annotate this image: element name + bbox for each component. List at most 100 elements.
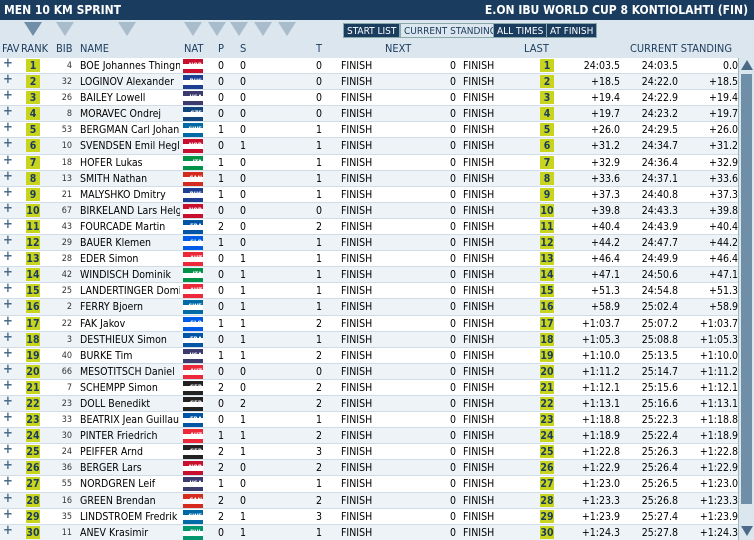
bib-number: 2 (66, 302, 72, 313)
table-row[interactable]: +27 55 NORDGREN Leif 1 0 1 FINISH 0 FINISH 27 +1:2… (0, 475, 738, 493)
current-time: 24:23.2 (641, 108, 678, 121)
fav-add-icon[interactable]: + (3, 153, 13, 168)
next-point: FINISH (341, 156, 373, 169)
current-diff: +26.0 (709, 124, 738, 137)
fav-add-icon[interactable]: + (3, 185, 13, 200)
standing-misses: 0 (240, 124, 247, 137)
tab-current-standing[interactable]: CURRENT STANDING (400, 23, 501, 38)
scrollbar[interactable] (738, 58, 754, 540)
fav-add-icon[interactable]: + (3, 282, 13, 296)
fav-add-icon[interactable]: + (3, 266, 13, 280)
table-row[interactable]: +16 2 FERRY Bjoern 0 1 1 FINISH 0 FINISH 16 +58.9 2… (0, 298, 738, 316)
fav-add-icon[interactable]: + (3, 201, 13, 216)
event-title: MEN 10 KM SPRINT (4, 3, 121, 17)
sort-nat-icon[interactable] (184, 22, 202, 36)
rank-badge: 29 (26, 509, 40, 523)
table-row[interactable]: +24 30 PINTER Friedrich 1 1 2 FINISH 0 FINISH 24 +… (0, 427, 738, 445)
table-row[interactable]: +22 23 DOLL Benedikt 0 2 2 FINISH 0 FINISH 22 +1:1… (0, 394, 738, 413)
scroll-up-icon[interactable] (741, 60, 753, 70)
fav-add-icon[interactable]: + (3, 378, 13, 393)
scroll-thumb[interactable] (741, 74, 752, 504)
table-row[interactable]: +14 42 WINDISCH Dominik 0 1 1 FINISH 0 FINISH 14 +… (0, 266, 738, 284)
table-row[interactable]: +1 4 BOE Johannes Thingn 0 0 0 FINISH 0 FINISH 1 2… (0, 57, 738, 75)
fav-add-icon[interactable]: + (3, 250, 13, 264)
sort-name-icon[interactable] (118, 22, 136, 36)
next-value: 0 (450, 478, 457, 491)
fav-add-icon[interactable]: + (3, 105, 13, 119)
last-point: FINISH (463, 510, 495, 523)
table-row[interactable]: +25 24 PEIFFER Arnd 2 1 3 FINISH 0 FINISH 25 +1:22… (0, 443, 738, 461)
tab-all-times[interactable]: ALL TIMES (493, 23, 548, 38)
sort-rank-icon[interactable] (24, 22, 42, 36)
rank-badge: 6 (26, 139, 40, 153)
fav-add-icon[interactable]: + (3, 73, 13, 87)
fav-add-icon[interactable]: + (3, 475, 13, 489)
fav-add-icon[interactable]: + (3, 234, 13, 248)
table-row[interactable]: +12 29 BAUER Klemen 1 0 1 FINISH 0 FINISH 12 +44.2… (0, 234, 738, 252)
flag-icon: AUT (183, 364, 203, 379)
tab-at-finish[interactable]: AT FINISH (546, 23, 598, 38)
bib-number: 21 (61, 189, 72, 200)
table-row[interactable]: +18 3 DESTHIEUX Simon 0 1 1 FINISH 0 FINISH 18 +1:… (0, 330, 738, 348)
scroll-down-icon[interactable] (741, 526, 753, 536)
table-row[interactable]: +10 67 BIRKELAND Lars Helg 0 0 0 FINISH 0 FINISH… (0, 201, 738, 219)
fav-add-icon[interactable]: + (3, 394, 13, 409)
table-row[interactable]: +19 40 BURKE Tim 1 1 2 FINISH 0 FINISH 19 +1:10.0 2… (0, 346, 738, 364)
table-row[interactable]: +3 26 BAILEY Lowell 0 0 0 FINISH 0 FINISH 3 +19.4 2… (0, 89, 738, 107)
table-row[interactable]: +17 22 FAK Jakov 1 1 2 FINISH 0 FINISH 17 +1:03.7 2… (0, 314, 738, 332)
table-row[interactable]: +30 11 ANEV Krasimir 0 1 1 FINISH 0 FINISH 30 +1:2… (0, 523, 738, 540)
table-row[interactable]: +2 32 LOGINOV Alexander 0 0 0 FINISH 0 FINISH 2 +1… (0, 73, 738, 91)
fav-add-icon[interactable]: + (3, 57, 13, 71)
sort-t-icon[interactable] (254, 22, 272, 36)
fav-add-icon[interactable]: + (3, 362, 13, 377)
fav-add-icon[interactable]: + (3, 491, 13, 506)
sort-bib-icon[interactable] (56, 22, 74, 36)
table-row[interactable]: +13 28 EDER Simon 0 1 1 FINISH 0 FINISH 13 +46.4 24… (0, 250, 738, 268)
next-point: FINISH (341, 301, 373, 314)
fav-add-icon[interactable]: + (3, 89, 13, 103)
fav-add-icon[interactable]: + (3, 459, 13, 473)
table-row[interactable]: +5 53 BERGMAN Carl Johan 1 0 1 FINISH 0 FINISH 5 +… (0, 121, 738, 139)
fav-add-icon[interactable]: + (3, 443, 13, 457)
table-row[interactable]: +15 25 LANDERTINGER Domir 0 1 1 FINISH 0 FINISH 1… (0, 282, 738, 300)
fav-add-icon[interactable]: + (3, 298, 13, 312)
next-value: 0 (450, 301, 457, 314)
nat-code: FRA (189, 335, 202, 343)
table-row[interactable]: +11 43 FOURCADE Martin 2 0 2 FINISH 0 FINISH 11 +4… (0, 217, 738, 236)
athlete-name: BAUER Klemen (80, 237, 152, 250)
table-row[interactable]: +20 66 MESOTITSCH Daniel 0 0 0 FINISH 0 FINISH 20… (0, 362, 738, 380)
competition-title: E.ON IBU WORLD CUP 8 KONTIOLAHTI (FIN) (484, 3, 748, 17)
table-row[interactable]: +6 10 SVENDSEN Emil Hegle 0 1 1 FINISH 0 FINISH 6… (0, 137, 738, 155)
table-row[interactable]: +9 21 MALYSHKO Dmitry 1 0 1 FINISH 0 FINISH 9 +37.… (0, 185, 738, 203)
fav-add-icon[interactable]: + (3, 346, 13, 361)
fav-add-icon[interactable]: + (3, 169, 13, 184)
table-row[interactable]: +29 35 LINDSTROEM Fredrik 2 1 3 FINISH 0 FINISH 2… (0, 507, 738, 525)
fav-add-icon[interactable]: + (3, 427, 13, 441)
sort-p-icon[interactable] (208, 22, 226, 36)
standing-misses: 1 (240, 349, 247, 362)
table-row[interactable]: +21 7 SCHEMPP Simon 2 0 2 FINISH 0 FINISH 21 +1:12… (0, 378, 738, 396)
standing-misses: 0 (240, 76, 247, 89)
fav-add-icon[interactable]: + (3, 314, 13, 329)
table-row[interactable]: +8 13 SMITH Nathan 1 0 1 FINISH 0 FINISH 8 +33.6 24… (0, 169, 738, 187)
fav-add-icon[interactable]: + (3, 137, 13, 151)
fav-add-icon[interactable]: + (3, 411, 13, 425)
table-row[interactable]: +7 18 HOFER Lukas 1 0 1 FINISH 0 FINISH 7 +32.9 24:… (0, 153, 738, 171)
tab-start-list[interactable]: START LIST (343, 23, 401, 38)
fav-add-icon[interactable]: + (3, 121, 13, 135)
table-row[interactable]: +4 8 MORAVEC Ondrej 0 0 0 FINISH 0 FINISH 4 +19.7 2… (0, 105, 738, 123)
table-row[interactable]: +26 36 BERGER Lars 2 0 2 FINISH 0 FINISH 26 +1:22.… (0, 459, 738, 477)
fav-add-icon[interactable]: + (3, 507, 13, 522)
fav-add-icon[interactable]: + (3, 523, 13, 538)
fav-add-icon[interactable]: + (3, 217, 13, 232)
sort-x-icon[interactable] (278, 22, 296, 36)
table-row[interactable]: +23 33 BEATRIX Jean Guillau 0 1 1 FINISH 0 FINIS… (0, 411, 738, 429)
table-row[interactable]: +28 16 GREEN Brendan 2 0 2 FINISH 0 FINISH 28 +1:2… (0, 491, 738, 509)
standing-misses: 0 (240, 462, 247, 475)
fav-add-icon[interactable]: + (3, 330, 13, 345)
current-time: 25:16.6 (641, 397, 678, 410)
flag-icon: GER (183, 396, 203, 411)
last-time: +1:11.2 (581, 365, 620, 378)
sort-s-icon[interactable] (230, 22, 248, 36)
total-misses: 1 (316, 285, 323, 298)
